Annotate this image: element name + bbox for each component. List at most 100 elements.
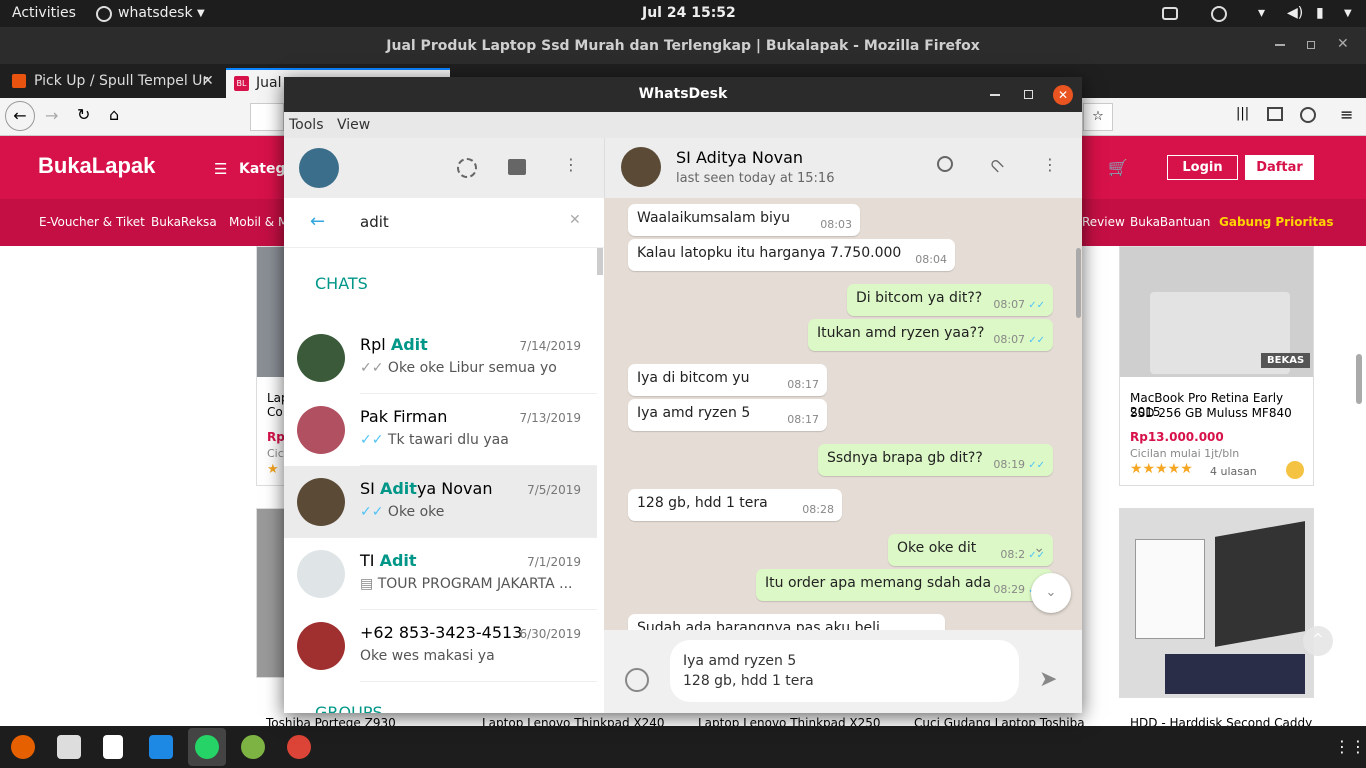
chat-menu-icon[interactable]: ⋮ (1042, 155, 1058, 174)
close-icon[interactable]: ✕ (1053, 85, 1073, 105)
chat-item[interactable]: SI Aditya Novan 7/5/2019 ✓✓ Oke oke (284, 466, 597, 538)
minimize-icon[interactable] (1275, 44, 1285, 46)
message-bubble-out[interactable]: Oke oke dit 08:2 ✓✓ ⌄ (888, 534, 1053, 566)
home-button[interactable]: ⌂ (109, 105, 119, 124)
menu-view[interactable]: View (337, 117, 370, 133)
product-card-caddy[interactable] (1119, 508, 1314, 698)
message-bubble-out[interactable]: Itu order apa memang sdah ada08:29 ✓✓ (756, 569, 1053, 601)
clock[interactable]: Jul 24 15:52 (642, 5, 736, 21)
cat-bukabantuan[interactable]: BukaBantuan (1130, 215, 1210, 229)
cat-gabung-prioritas[interactable]: Gabung Prioritas (1219, 215, 1333, 229)
whatsdesk-dock-icon[interactable] (195, 735, 219, 759)
chat-item[interactable]: Rpl Adit 7/14/2019 ✓✓ Oke oke Libur semua … (284, 322, 597, 394)
cart-icon[interactable]: 🛒 (1108, 158, 1128, 177)
message-input-line-1: Iya amd ryzen 5 (683, 653, 797, 669)
maximize-icon[interactable] (1024, 90, 1033, 99)
my-avatar[interactable] (299, 148, 339, 188)
product-card-image[interactable] (256, 508, 286, 678)
forward-button[interactable]: → (45, 106, 58, 125)
search-input[interactable]: adit (360, 213, 389, 231)
cat-bukareksa[interactable]: BukaReksa (151, 215, 217, 229)
message-bubble-out[interactable]: Itukan amd ryzen yaa?? 08:07 ✓✓ (808, 319, 1053, 351)
product-card-left[interactable]: Lap Co Rp Cicilan ★ (256, 246, 304, 486)
product-card-macbook[interactable]: BEKAS MacBook Pro Retina Early 2015 SSD … (1119, 246, 1314, 486)
back-arrow-icon[interactable]: ← (310, 211, 325, 232)
cat-review[interactable]: Review (1082, 215, 1125, 229)
new-chat-icon[interactable] (508, 159, 526, 175)
menu-kebab-icon[interactable]: ⋮ (563, 155, 579, 174)
read-ticks-icon: ✓✓ (1025, 300, 1045, 311)
message-bubble-out[interactable]: Ssdnya brapa gb dit?? 08:19 ✓✓ (818, 444, 1053, 476)
message-bubble-in[interactable]: Iya di bitcom yu 08:17 (628, 364, 827, 396)
send-icon[interactable]: ➤ (1039, 667, 1057, 692)
emoji-icon[interactable] (625, 668, 649, 692)
app-menu[interactable]: whatsdesk (118, 5, 193, 21)
library-icon[interactable]: ||| (1236, 106, 1249, 121)
android-studio-dock-icon[interactable] (241, 735, 265, 759)
battery-icon[interactable]: ▮ (1316, 5, 1324, 21)
reload-button[interactable]: ↻ (77, 105, 90, 124)
contact-name[interactable]: SI Aditya Novan (676, 148, 803, 167)
scroll-down-button[interactable]: ⌄ (1031, 573, 1071, 613)
account-icon[interactable] (1300, 107, 1316, 123)
hamburger-menu-icon[interactable]: ≡ (1340, 105, 1353, 124)
message-text: Oke oke dit (897, 540, 977, 556)
message-bubble-in[interactable]: 128 gb, hdd 1 tera 08:28 (628, 489, 842, 521)
files-dock-icon[interactable] (57, 735, 81, 759)
message-time: 08:19 ✓✓ (993, 458, 1045, 471)
maximize-icon[interactable] (1307, 41, 1315, 49)
message-input[interactable]: Iya amd ryzen 5 128 gb, hdd 1 tera (670, 640, 1019, 702)
message-scrollbar[interactable] (1076, 248, 1081, 318)
vscode-dock-icon[interactable] (149, 735, 173, 759)
daftar-button[interactable]: Daftar (1245, 155, 1314, 180)
url-bar[interactable] (250, 103, 284, 131)
whatsapp-icon (96, 6, 112, 22)
status-icon[interactable] (457, 158, 477, 178)
bukalapak-logo[interactable]: BukaLapak (38, 153, 155, 179)
whatsapp-tray-icon[interactable] (1211, 6, 1227, 22)
review-count: 4 ulasan (1210, 465, 1257, 478)
tab-pickup[interactable]: Pick Up / Spull Tempel Ur ✕ (4, 68, 222, 98)
chat-item[interactable]: Pak Firman 7/13/2019 ✓✓ Tk tawari dlu yaa (284, 394, 597, 466)
search-icon[interactable] (937, 156, 953, 172)
message-bubble-in[interactable]: Iya amd ryzen 5 08:17 (628, 399, 827, 431)
cat-evoucher[interactable]: E-Voucher & Tiket (39, 215, 145, 229)
login-button[interactable]: Login (1167, 155, 1238, 180)
text-editor-dock-icon[interactable] (103, 735, 123, 759)
firefox-dock-icon[interactable] (11, 735, 35, 759)
system-menu-chevron-icon[interactable]: ▼ (1344, 8, 1352, 19)
chat-item[interactable]: TI Adit 7/1/2019 ▤ TOUR PROGRAM JAKARTA ..… (284, 538, 597, 610)
chrome-dock-icon[interactable] (287, 735, 311, 759)
tab-close-icon[interactable]: ✕ (202, 68, 214, 94)
activities-button[interactable]: Activities (12, 5, 76, 21)
conversation-header: SI Aditya Novan last seen today at 15:16… (604, 138, 1082, 198)
scroll-top-button[interactable]: ^ (1303, 626, 1333, 656)
chat-item[interactable]: +62 853-3423-4513 6/30/2019 Oke wes makasi… (284, 610, 597, 682)
clear-search-icon[interactable]: ✕ (569, 212, 581, 228)
message-bubble-in[interactable]: Kalau latopku itu harganya 7.750.000 08:0… (628, 239, 955, 271)
product-title-line2[interactable]: SSD 256 GB Muluss MF840 (1130, 406, 1292, 420)
message-bubble-in[interactable]: Waalaikumsalam biyu 08:03 (628, 204, 860, 236)
cat-mobil[interactable]: Mobil & M (229, 215, 288, 229)
volume-icon[interactable]: ◀) (1287, 5, 1303, 21)
message-options-chevron-icon[interactable]: ⌄ (1033, 540, 1045, 556)
menu-tools[interactable]: Tools (289, 117, 324, 133)
minimize-icon[interactable] (990, 94, 1000, 96)
chat-list-scrollbar[interactable] (597, 248, 603, 275)
show-apps-grid-icon[interactable]: ⋮⋮⋮ (1334, 737, 1366, 756)
message-bubble-out[interactable]: Di bitcom ya dit?? 08:07 ✓✓ (847, 284, 1053, 316)
back-button[interactable]: ← (5, 101, 35, 131)
screenshot-icon[interactable] (1162, 7, 1178, 20)
wifi-icon[interactable]: ▾ (1258, 5, 1265, 21)
contact-last-seen: last seen today at 15:16 (676, 171, 835, 186)
close-icon[interactable]: ✕ (1337, 36, 1349, 52)
bookmark-star-icon[interactable]: ☆ (1083, 103, 1113, 131)
page-scrollbar[interactable] (1356, 354, 1362, 404)
double-tick-icon: ✓✓ (360, 360, 388, 376)
attach-icon[interactable]: ⊂ (984, 153, 1010, 179)
chat-list: CHATS Rpl Adit 7/14/2019 ✓✓ Oke oke Libur … (284, 248, 604, 713)
message-text: Waalaikumsalam biyu (637, 210, 791, 226)
sidebar-icon[interactable] (1267, 107, 1283, 121)
message-bubble-in[interactable]: Sudah ada barangnya pas aku beli08:3 (628, 614, 945, 630)
contact-avatar[interactable] (621, 147, 661, 187)
